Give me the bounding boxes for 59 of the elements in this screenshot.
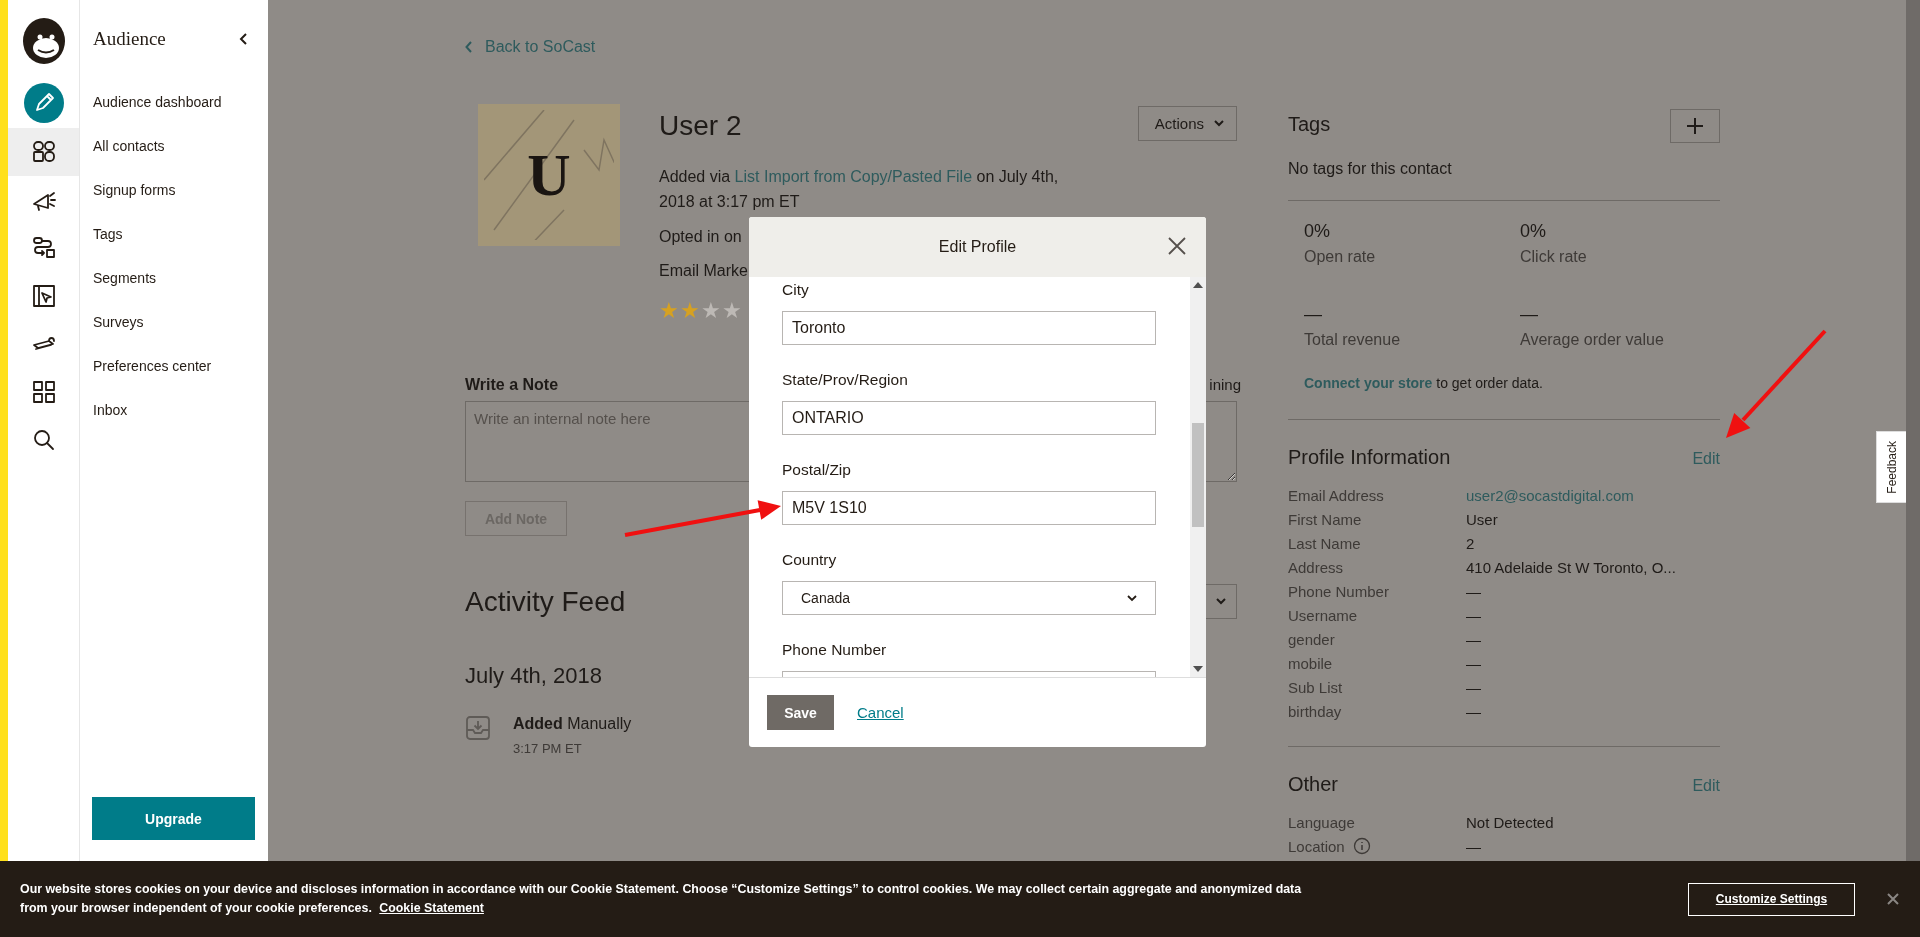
added-via-text: Added via List Import from Copy/Pasted File on July 4th, 2018 at 3:17 pm ET [659,167,1060,212]
section-title: Other [1288,773,1339,796]
field-value: — [1466,702,1481,720]
field-label: Country [782,550,837,570]
stat-label: Click rate [1520,248,1588,266]
field-value: Not Detected [1466,813,1554,831]
avatar-initial: U [527,140,571,210]
field-label: Postal/Zip [782,460,851,480]
stat-value: 0% [1520,221,1547,242]
star-icon: ★ [659,298,679,324]
field-value: User [1466,510,1498,528]
field-label: Phone Number [1288,582,1389,600]
stat-value: — [1520,304,1539,325]
section-title: Audience [93,28,166,50]
field-value: 2 [1466,534,1475,552]
field-label: Last Name [1288,534,1361,552]
activity-date: July 4th, 2018 [465,663,602,689]
stat-label: Open rate [1304,248,1377,266]
store-note: Connect your store to get order data. [1303,375,1544,391]
field-label: birthday [1288,702,1342,720]
note-label: Write a Note [465,376,559,394]
activity-event: Added Manually [513,715,632,733]
field-value: 410 Adelaide St W Toronto, O... [1466,558,1676,576]
field-label: Sub List [1288,678,1343,696]
field-label: Phone Number [782,640,887,660]
field-label: mobile [1288,654,1333,672]
cookie-text: Our website stores cookies on your device and discloses information in accordance with our Cookie Statement. Choose “Customize Settings” to control cookies. We may collect certain aggregate and anonymized data from your browser independent of your cookie preferences. Cookie Statement [20,881,1303,917]
field-label: Language [1288,813,1355,831]
field-label: Email Address [1288,486,1384,504]
field-label: First Name [1288,510,1362,528]
field-label: City [782,280,809,300]
star-icon: ★ [680,298,700,324]
field-label: Username [1288,606,1358,624]
star-icon: ★ [701,298,721,324]
email-marketing-text: Email Marke [659,261,748,281]
contact-name: User 2 [659,110,742,142]
field-label: Address [1288,558,1344,576]
section-title: Profile Information [1288,446,1451,469]
stat-value: — [1304,304,1323,325]
empty-tags-text: No tags for this contact [1288,160,1453,178]
field-value: — [1466,606,1481,624]
star-icon: ★ [722,298,742,324]
field-value: — [1466,630,1481,648]
field-label: State/Prov/Region [782,370,908,390]
field-value: — [1466,654,1481,672]
remaining-count: ining [1209,376,1241,394]
stat-label: Total revenue [1304,331,1402,349]
dialog-title: Edit Profile [938,238,1017,256]
opt-in-text: Opted in on [659,227,742,247]
field-value: — [1466,582,1481,600]
field-value: — [1466,678,1481,696]
stat-label: Average order value [1520,331,1665,349]
field-value: — [1466,837,1481,855]
field-label: gender [1288,630,1335,648]
activity-title: Activity Feed [465,585,626,618]
activity-time: 3:17 PM ET [513,741,583,756]
tags-title: Tags [1288,113,1331,136]
field-label: Location [1288,837,1345,855]
stat-value: 0% [1304,221,1331,242]
